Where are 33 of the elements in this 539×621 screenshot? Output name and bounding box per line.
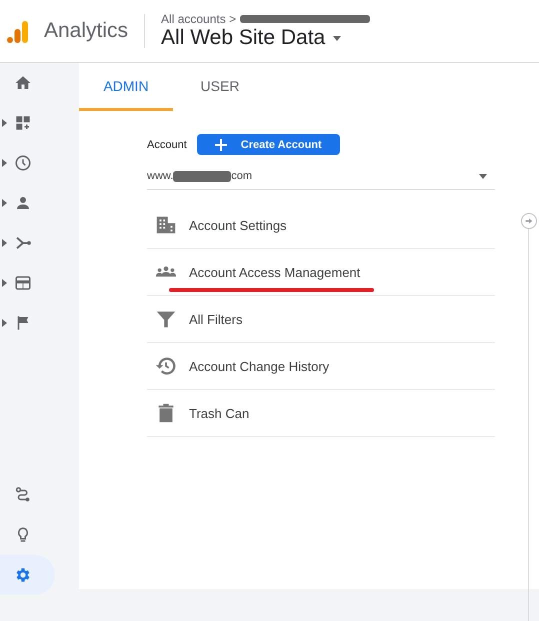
menu-link[interactable]: Trash Can xyxy=(189,406,250,420)
account-label: Account xyxy=(147,138,187,150)
building-icon xyxy=(155,214,177,236)
expand-arrow-icon xyxy=(2,279,7,287)
expand-arrow-icon xyxy=(2,199,7,207)
person-icon xyxy=(14,194,32,212)
expand-arrow-icon xyxy=(2,159,7,167)
clock-icon xyxy=(14,154,32,172)
expand-arrow-icon xyxy=(2,119,7,127)
window-icon xyxy=(14,274,32,292)
account-selector[interactable]: www. com xyxy=(147,163,495,190)
history-icon xyxy=(155,355,177,377)
expand-arrow-icon xyxy=(2,239,7,247)
create-account-button[interactable]: Create Account xyxy=(196,134,340,155)
product-name: Analytics xyxy=(44,14,146,48)
breadcrumb[interactable]: All accounts > xyxy=(161,12,236,26)
menu-link[interactable]: All Filters xyxy=(189,312,242,326)
bar-chart-logo xyxy=(6,19,30,43)
menu-link[interactable]: Account Access Management xyxy=(189,264,360,280)
dashboard-icon xyxy=(14,114,32,132)
tab[interactable]: USER xyxy=(173,63,267,111)
nav-item[interactable] xyxy=(0,555,55,595)
settings-icon xyxy=(14,566,32,584)
redaction-bar xyxy=(173,170,232,182)
tab[interactable]: ADMIN xyxy=(79,63,173,111)
plus-icon xyxy=(214,138,227,150)
menu-link[interactable]: Account Settings xyxy=(189,218,287,232)
expand-arrow-icon xyxy=(2,319,7,327)
route-icon xyxy=(14,486,32,504)
branch-icon xyxy=(14,234,32,252)
menu-link[interactable]: Account Change History xyxy=(189,358,330,374)
view-selector[interactable]: All Web Site Data xyxy=(161,26,370,50)
home-icon xyxy=(14,74,32,92)
